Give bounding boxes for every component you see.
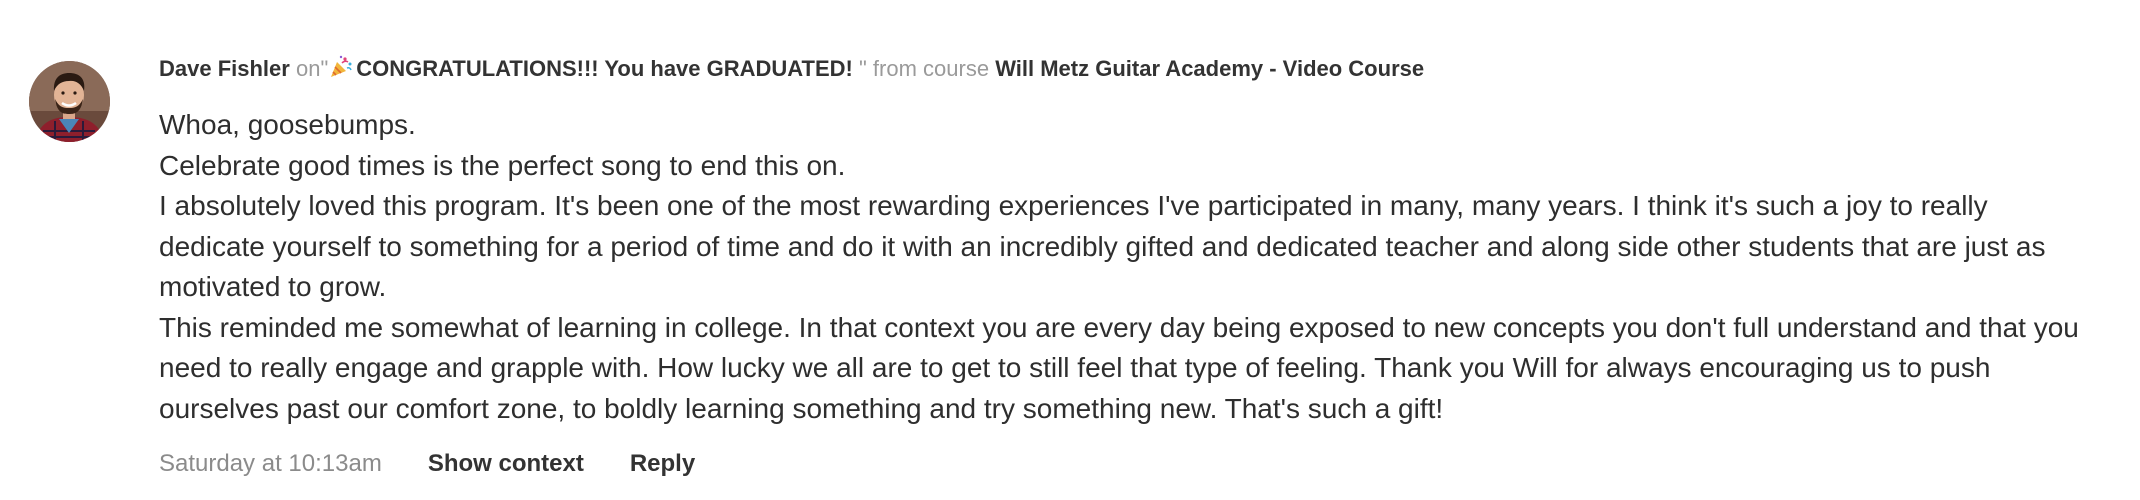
party-popper-icon	[331, 55, 352, 77]
course-name-link[interactable]: Will Metz Guitar Academy - Video Course	[995, 56, 1424, 81]
comment-header: Dave Fishler on" CONGRATULATIONS!!! You …	[159, 52, 2089, 86]
avatar[interactable]	[29, 61, 110, 142]
reply-button[interactable]: Reply	[630, 450, 695, 477]
quote-open: "	[320, 56, 329, 81]
from-course-label: " from course	[859, 56, 990, 81]
show-context-button[interactable]: Show context	[428, 450, 584, 477]
comment-paragraph: I absolutely loved this program. It's be…	[159, 190, 2046, 302]
author-name[interactable]: Dave Fishler	[159, 56, 290, 81]
comment-footer: Saturday at 10:13am Show context Reply	[159, 447, 2089, 481]
post-title-link[interactable]: CONGRATULATIONS!!! You have GRADUATED!	[356, 56, 859, 81]
comment-content: Dave Fishler on" CONGRATULATIONS!!! You …	[159, 52, 2089, 481]
comment-paragraph: Celebrate good times is the perfect song…	[159, 149, 846, 181]
comment-paragraph: Whoa, goosebumps.	[159, 109, 416, 140]
comment-body: Whoa, goosebumps. Celebrate good times i…	[159, 105, 2089, 429]
comment-card: Dave Fishler on" CONGRATULATIONS!!! You …	[0, 0, 2140, 500]
comment-timestamp: Saturday at 10:13am	[159, 450, 382, 477]
on-label: on	[295, 56, 321, 81]
comment-paragraph: This reminded me somewhat of learning in…	[159, 311, 2079, 424]
person-avatar-icon	[29, 61, 110, 142]
